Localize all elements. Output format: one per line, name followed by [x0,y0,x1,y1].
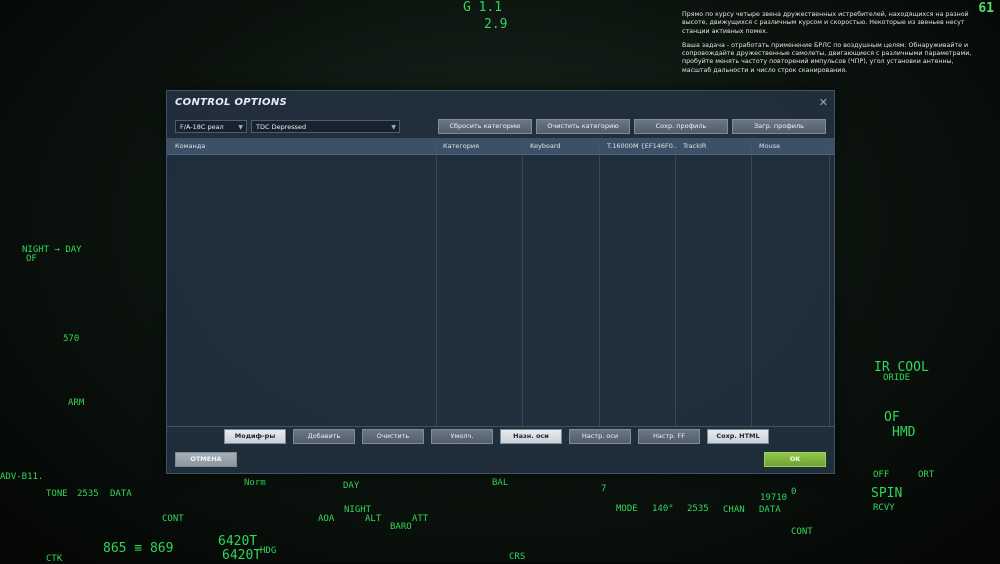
altitude-marker: 570 [63,334,80,344]
chan-label: CHAN [723,505,745,515]
load-profile-button[interactable]: Загр. профиль [732,119,826,134]
value-2535b: 2535 [687,504,709,514]
mission-paragraph-1: Прямо по курсу четыре звена дружественны… [682,11,969,35]
chevron-down-icon: ▼ [238,124,243,131]
column-divider [829,138,830,426]
column-header-category[interactable]: Категория [439,138,523,154]
axis-tune-button[interactable]: Настр. оси [569,429,631,444]
dialog-title: CONTROL OPTIONS [175,97,288,108]
grid-header: Команда Категория Keyboard T.16000M {EF1… [167,138,834,155]
axis-assign-button[interactable]: Назн. оси [500,429,562,444]
column-header-trackir[interactable]: TrackIR [679,138,753,154]
column-header-joystick[interactable]: T.16000M {EF146F0... [603,138,677,154]
column-header-mouse[interactable]: Mouse [755,138,829,154]
modifiers-button[interactable]: Модиф-ры [224,429,286,444]
of-right-label: OF [884,410,900,425]
crs-label: CRS [509,552,526,562]
control-options-dialog: CONTROL OPTIONS ✕ F/A-18C реал ▼ TDC Dep… [166,90,835,474]
values-left-2: 6420T [218,534,258,549]
add-button[interactable]: Добавить [293,429,355,444]
column-divider [751,138,752,426]
corner-counter: 61 [978,1,994,16]
values-left: 865 ≡ 869 [103,541,174,556]
column-divider [675,138,676,426]
g-value: 2.9 [484,17,508,32]
g-readout: G 1.1 [463,0,503,15]
ok-button[interactable]: OK [764,452,826,467]
att-label: ATT [412,514,429,524]
mode-label: MODE [616,504,638,514]
ff-tune-button[interactable]: Настр. FF [638,429,700,444]
spin-label: SPIN [871,486,903,501]
dialog-title-bar: CONTROL OPTIONS ✕ [167,91,834,115]
mode-value: 140° [652,504,674,514]
arm-label: ARM [68,398,85,408]
cont-right: CONT [791,527,813,537]
save-profile-button[interactable]: Сохр. профиль [634,119,728,134]
mission-paragraph-2: Ваша задача - отработать применение БРЛС… [682,41,972,74]
aoa-label: AOA [318,514,335,524]
baro-label: BARO [390,522,412,532]
data-label: DATA [759,505,781,515]
cont-left: CONT [162,514,184,524]
close-icon[interactable]: ✕ [819,96,828,109]
ctk-label: CTK [46,554,63,564]
ort-label: ORT [918,470,935,480]
value-0: 0 [791,487,797,497]
divider [167,426,834,427]
arv-ref: ADV-B11. [0,472,44,482]
val-7: 7 [601,484,607,494]
aircraft-select-value: F/A-18C реал [180,123,224,131]
clear-category-button[interactable]: Очистить категорию [536,119,630,134]
clear-button[interactable]: Очистить [362,429,424,444]
save-html-button[interactable]: Сохр. HTML [707,429,769,444]
norm-label: Norm [244,478,266,488]
category-select-value: TDC Depressed [256,123,307,131]
hdg-label: HDG [260,546,277,556]
column-header-keyboard[interactable]: Keyboard [526,138,600,154]
rcvy-label: RCVY [873,503,895,513]
column-divider [599,138,600,426]
column-divider [522,138,523,426]
of-label: OF [26,254,37,264]
column-header-command[interactable]: Команда [171,138,435,154]
off-label: OFF [873,470,890,480]
hmd-label: HMD [892,425,916,440]
bindings-grid: Команда Категория Keyboard T.16000M {EF1… [167,138,834,426]
value-2535: 2535 [77,489,99,499]
chevron-down-icon: ▼ [391,124,396,131]
column-divider [436,138,437,426]
tone-label: TONE [46,489,68,499]
data-left-label: DATA [110,489,132,499]
values-left-3: 6420T [222,548,262,563]
cancel-button[interactable]: ОТМЕНА [175,452,237,467]
day-label: DAY [343,481,360,491]
mission-briefing: Прямо по курсу четыре звена дружественны… [682,11,972,81]
default-button[interactable]: Умолч. [431,429,493,444]
aircraft-select[interactable]: F/A-18C реал ▼ [175,120,247,133]
value-19710: 19710 [760,493,788,503]
bal-label: BAL [492,478,509,488]
oride-label: ORIDE [883,373,911,383]
alt-label: ALT [365,514,382,524]
category-select[interactable]: TDC Depressed ▼ [251,120,400,133]
reset-category-button[interactable]: Сбросить категорию [438,119,532,134]
